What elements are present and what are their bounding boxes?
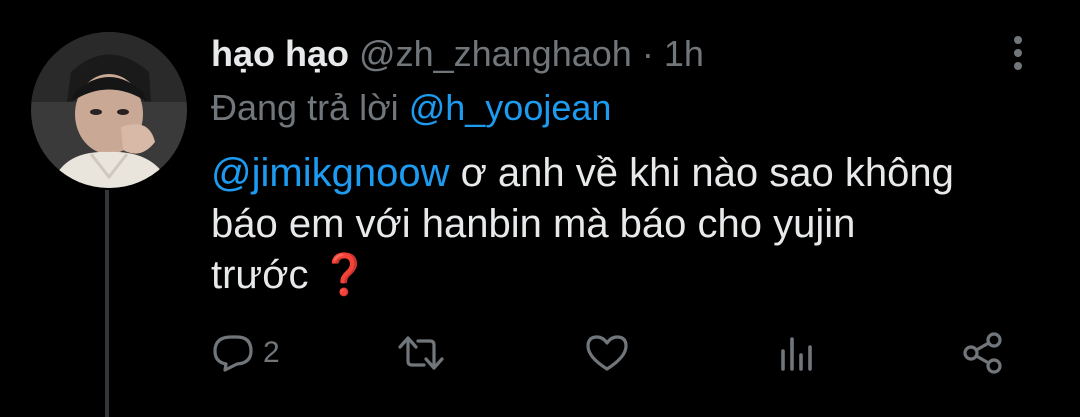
retweet-button[interactable] <box>396 328 446 378</box>
share-button[interactable] <box>961 328 1005 378</box>
separator-dot: · <box>641 33 654 74</box>
replying-to: Đang trả lời @h_yoojean <box>211 84 611 132</box>
analytics-icon <box>777 333 817 373</box>
display-name[interactable]: hạo hạo <box>211 33 349 74</box>
reply-icon <box>211 333 255 373</box>
like-button[interactable] <box>584 328 630 378</box>
tweet-text-part-1: ơ anh về khi nào sao không <box>449 151 954 195</box>
tweet-text: @jimikgnoow ơ anh về khi nào sao không b… <box>211 148 1031 301</box>
reply-button[interactable]: 2 <box>211 328 280 378</box>
thread-line <box>105 190 109 417</box>
tweet-header: hạo hạo @zh_zhanghaoh · 1h <box>211 30 704 78</box>
retweet-icon <box>396 333 446 373</box>
action-bar: 2 <box>211 328 1031 378</box>
views-button[interactable] <box>777 328 817 378</box>
avatar[interactable] <box>31 32 187 188</box>
user-handle[interactable]: @zh_zhanghaoh <box>359 33 632 74</box>
heart-icon <box>584 333 630 373</box>
replying-prefix: Đang trả lời <box>211 87 399 128</box>
reply-count: 2 <box>263 336 280 369</box>
share-icon <box>961 332 1005 374</box>
tweet-text-line-1: @jimikgnoow ơ anh về khi nào sao không <box>211 148 1031 199</box>
replying-to-link[interactable]: @h_yoojean <box>409 87 612 128</box>
avatar-image <box>31 32 187 188</box>
more-vertical-icon[interactable] <box>1003 34 1033 74</box>
tweet-text-part-3: trước <box>211 253 320 297</box>
timestamp[interactable]: 1h <box>664 33 704 74</box>
tweet-text-line-3: trước ❓ <box>211 250 1031 301</box>
mention-link[interactable]: @jimikgnoow <box>211 151 449 195</box>
tweet-text-line-2: báo em với hanbin mà báo cho yujin <box>211 202 856 246</box>
question-emoji: ❓ <box>319 253 370 297</box>
